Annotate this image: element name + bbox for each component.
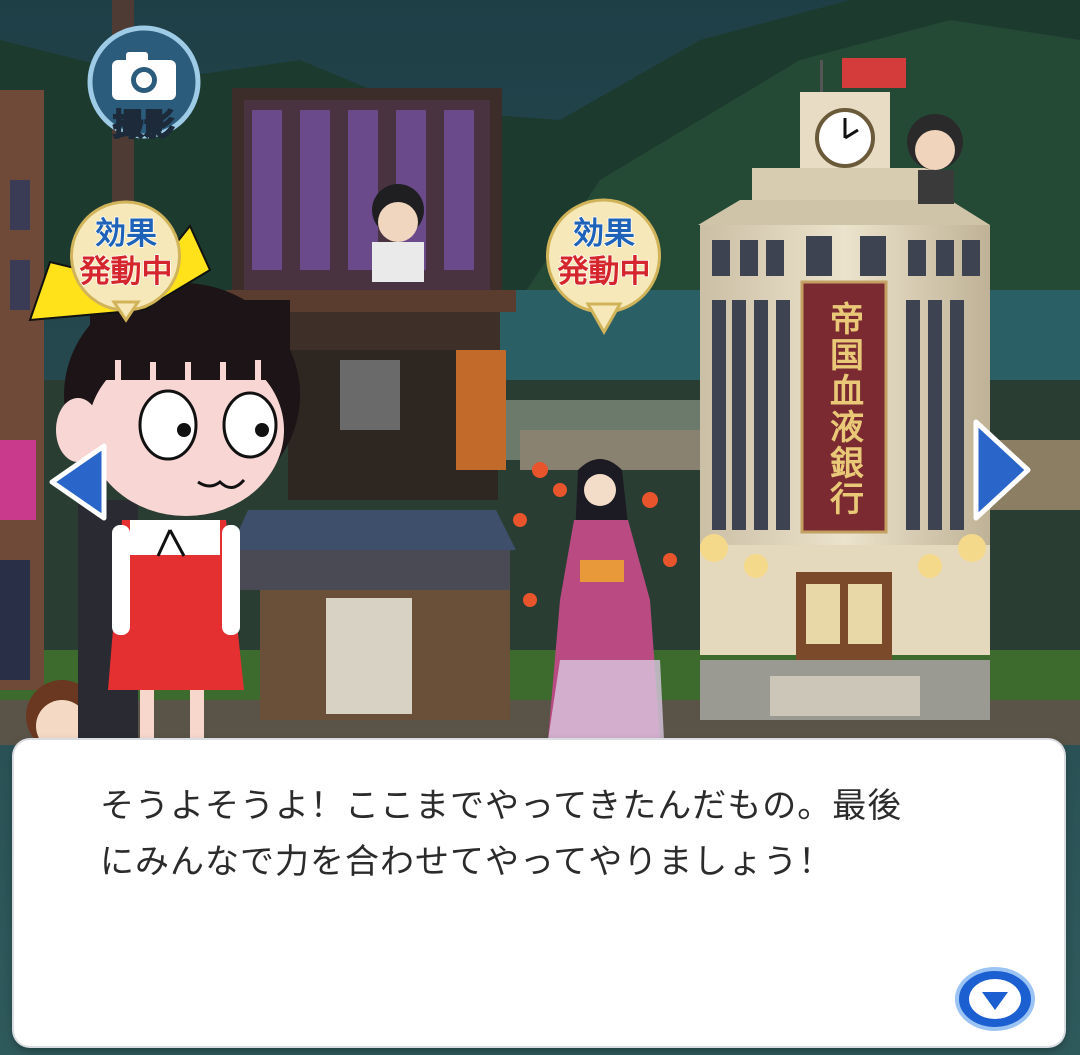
- dialog-text: そうよそうよ！ここまでやってきたんだもの。最後 にみんなで力を合わせてやってやり…: [100, 778, 1000, 890]
- effect-active-badge: 効果 発動中: [544, 196, 664, 336]
- dialog-box[interactable]: そうよそうよ！ここまでやってきたんだもの。最後 にみんなで力を合わせてやってやり…: [14, 740, 1064, 1046]
- next-arrow-button[interactable]: [968, 416, 1034, 524]
- previous-arrow-button[interactable]: [44, 440, 110, 524]
- camera-button-label: 撮影: [112, 107, 175, 144]
- bank-sign: 帝国血液銀行: [804, 296, 884, 522]
- bank-sign-text: 帝国血液銀行: [823, 301, 864, 517]
- chevron-down-icon: [955, 967, 1035, 1031]
- effect-active-badge-left: 効果 発動中: [66, 196, 186, 324]
- advance-dialog-button[interactable]: [954, 966, 1036, 1032]
- dialog-line-2: にみんなで力を合わせてやってやりましょう！: [100, 842, 834, 882]
- camera-button[interactable]: 撮影: [86, 24, 202, 144]
- right-arrow-icon: [973, 419, 1031, 521]
- dialog-line-1: そうよそうよ！ここまでやってきたんだもの。最後: [100, 786, 903, 826]
- left-arrow-icon: [49, 443, 107, 521]
